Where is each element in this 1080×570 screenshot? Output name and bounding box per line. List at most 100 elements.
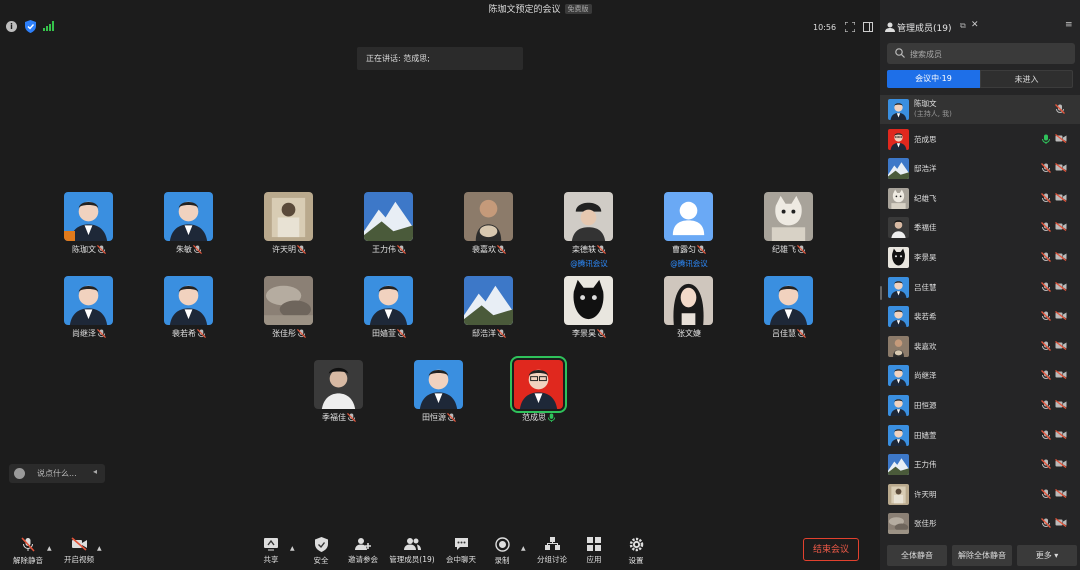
mic-muted-icon[interactable] xyxy=(1041,192,1051,206)
member-row[interactable]: 张佳彤 xyxy=(880,509,1080,538)
signal-icon[interactable] xyxy=(43,21,54,31)
member-row[interactable]: 范成思 xyxy=(880,125,1080,154)
share-options-caret[interactable]: ▲ xyxy=(290,545,295,552)
mic-muted-icon[interactable] xyxy=(1041,252,1051,265)
mic-muted-icon[interactable] xyxy=(1041,370,1051,383)
participant-tile[interactable]: 李景昊 xyxy=(539,276,639,354)
fullscreen-icon[interactable] xyxy=(845,22,855,32)
members-panel: 管理成员(19) ⧉ ✕ ≡ 会议中·19 未进入 陈珈文 (主持人, 我) 范成思… xyxy=(880,0,1080,570)
member-row[interactable]: 田嫱萱 xyxy=(880,421,1080,450)
tab-in-meeting[interactable]: 会议中·19 xyxy=(887,70,980,88)
participant-tile[interactable]: 田恒源 xyxy=(389,360,489,438)
participant-tile[interactable]: 朱敏 xyxy=(139,192,239,270)
participant-tile[interactable]: 曹露匀 @腾讯会议 xyxy=(639,192,739,270)
mic-muted-icon[interactable] xyxy=(1041,429,1051,443)
record-options-caret[interactable]: ▲ xyxy=(521,545,526,552)
mic-muted-icon[interactable] xyxy=(1041,488,1051,502)
camera-off-icon[interactable] xyxy=(1055,340,1067,353)
member-row[interactable]: 李景昊 xyxy=(880,243,1080,272)
popout-icon[interactable]: ⧉ xyxy=(960,21,966,31)
emoji-icon[interactable] xyxy=(14,468,25,479)
member-row[interactable]: 邸浩洋 xyxy=(880,154,1080,183)
member-row[interactable]: 陈珈文 (主持人, 我) xyxy=(880,95,1080,124)
record-button[interactable]: 录制 xyxy=(479,537,525,569)
participant-tile[interactable]: 张佳彤 xyxy=(239,276,339,354)
participant-tile[interactable]: 尚继泽 xyxy=(39,276,139,354)
mic-muted-icon[interactable] xyxy=(1055,104,1065,117)
info-icon[interactable]: i xyxy=(6,21,17,32)
apps-button[interactable]: 应用 xyxy=(571,537,617,569)
mic-muted-icon[interactable] xyxy=(1041,311,1051,324)
manage-members-button[interactable]: 管理成员(19) xyxy=(388,537,436,569)
mute-all-button[interactable]: 全体静音 xyxy=(887,545,947,566)
member-row[interactable]: 季福佳 xyxy=(880,213,1080,242)
chat-placeholder[interactable]: 说点什么... xyxy=(37,468,77,479)
mic-muted-icon[interactable] xyxy=(1041,459,1051,472)
participant-tile[interactable]: 纪雄飞 xyxy=(739,192,839,270)
camera-off-icon[interactable] xyxy=(1055,429,1067,442)
member-search[interactable] xyxy=(887,43,1075,64)
member-row[interactable]: 吕佳慧 xyxy=(880,273,1080,302)
camera-off-icon[interactable] xyxy=(1055,192,1067,205)
end-meeting-button[interactable]: 结束会议 xyxy=(803,538,859,561)
member-row[interactable]: 许天明 xyxy=(880,480,1080,509)
search-input[interactable] xyxy=(908,46,1072,63)
member-row[interactable]: 田恒源 xyxy=(880,391,1080,420)
close-panel-icon[interactable]: ✕ xyxy=(971,20,979,30)
panel-scrollbar[interactable] xyxy=(880,286,882,300)
mic-muted-icon[interactable] xyxy=(1041,400,1051,413)
mic-muted-icon[interactable] xyxy=(1041,281,1051,295)
participant-tile[interactable]: 裴若希 xyxy=(139,276,239,354)
participant-tile[interactable]: 季福佳 xyxy=(289,360,389,438)
participant-tile[interactable]: 栾德轶 @腾讯会议 xyxy=(539,192,639,270)
participant-tile[interactable]: 陈珈文 xyxy=(39,192,139,270)
participant-tile[interactable]: 王力伟 xyxy=(339,192,439,270)
participant-tile[interactable]: 邸浩洋 xyxy=(439,276,539,354)
mic-muted-icon[interactable] xyxy=(1041,163,1051,176)
breakout-button[interactable]: 分组讨论 xyxy=(529,537,575,569)
member-row[interactable]: 裴若希 xyxy=(880,302,1080,331)
member-row[interactable]: 王力伟 xyxy=(880,450,1080,479)
camera-off-icon[interactable] xyxy=(1055,459,1067,471)
member-row[interactable]: 纪雄飞 xyxy=(880,184,1080,213)
camera-off-icon[interactable] xyxy=(1055,488,1067,501)
chat-input-bar[interactable]: 说点什么... ◂ xyxy=(9,464,105,483)
unmute-button[interactable]: 解除静音 xyxy=(5,537,51,569)
participant-tile[interactable]: 裴嘉欢 xyxy=(439,192,539,270)
video-options-caret[interactable]: ▲ xyxy=(97,545,102,552)
layout-icon[interactable] xyxy=(863,22,873,32)
participant-tile[interactable]: 范成思 xyxy=(489,356,589,438)
mic-muted-icon[interactable] xyxy=(1041,222,1051,235)
camera-off-icon[interactable] xyxy=(1055,399,1067,412)
participant-tile[interactable]: 许天明 xyxy=(239,192,339,270)
mic-on-icon[interactable] xyxy=(1041,134,1051,147)
mic-muted-icon[interactable] xyxy=(1041,518,1051,531)
camera-off-icon[interactable] xyxy=(1055,370,1067,382)
invite-button[interactable]: 邀请参会 xyxy=(340,537,386,569)
camera-off-icon[interactable] xyxy=(1055,281,1067,294)
participant-tile[interactable]: 吕佳慧 xyxy=(739,276,839,354)
start-video-button[interactable]: 开启视频 xyxy=(56,537,102,569)
camera-off-icon[interactable] xyxy=(1055,163,1067,175)
camera-off-icon[interactable] xyxy=(1055,311,1067,323)
collapse-chat-icon[interactable]: ◂ xyxy=(93,467,97,476)
shield-icon[interactable] xyxy=(25,20,36,33)
audio-options-caret[interactable]: ▲ xyxy=(47,545,52,552)
settings-button[interactable]: 设置 xyxy=(613,537,659,569)
share-button[interactable]: 共享 xyxy=(248,537,294,569)
camera-off-icon[interactable] xyxy=(1055,133,1067,146)
mic-muted-icon[interactable] xyxy=(1041,340,1051,354)
chat-button[interactable]: 会中聊天 xyxy=(438,537,484,569)
participant-tile[interactable]: 田嫱萱 xyxy=(339,276,439,354)
unmute-all-button[interactable]: 解除全体静音 xyxy=(952,545,1012,566)
camera-off-icon[interactable] xyxy=(1055,222,1067,234)
more-button[interactable]: 更多 ▾ xyxy=(1017,545,1077,566)
member-row[interactable]: 裴嘉欢 xyxy=(880,332,1080,361)
participant-tile[interactable]: 张文婕 xyxy=(639,276,739,354)
camera-off-icon[interactable] xyxy=(1055,518,1067,530)
member-row[interactable]: 尚继泽 xyxy=(880,361,1080,390)
security-button[interactable]: 安全 xyxy=(298,537,344,569)
panel-menu-icon[interactable]: ≡ xyxy=(1065,20,1073,30)
tab-not-joined[interactable]: 未进入 xyxy=(980,70,1073,88)
camera-off-icon[interactable] xyxy=(1055,251,1067,264)
